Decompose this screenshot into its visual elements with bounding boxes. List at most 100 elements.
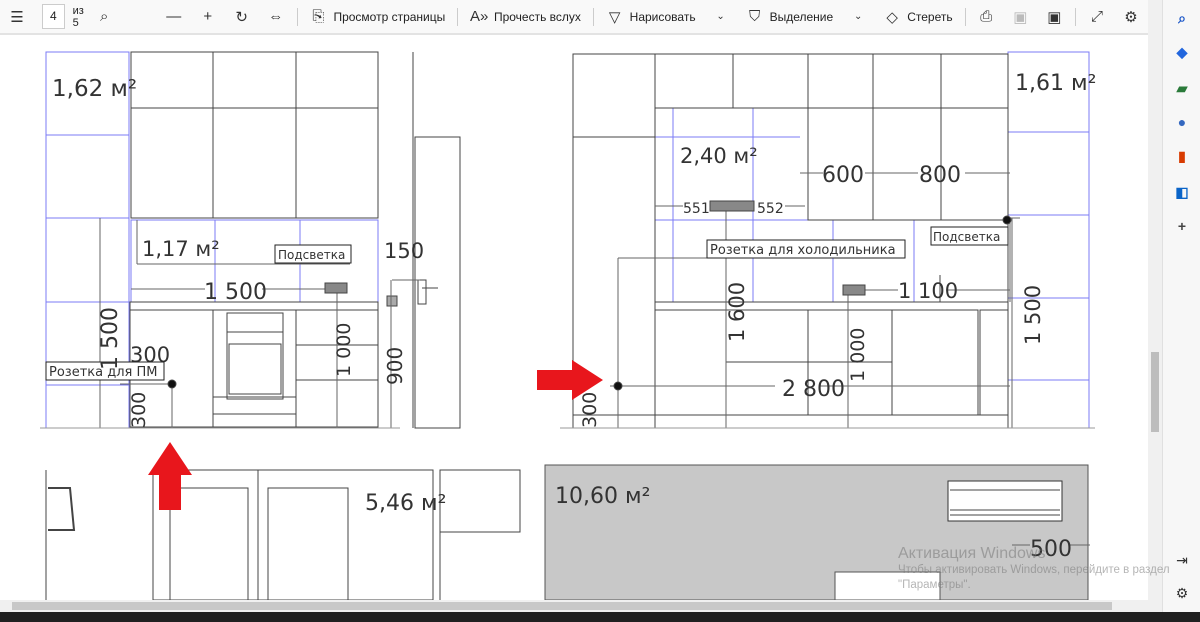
search-icon: ⌕ <box>99 8 109 25</box>
minus-icon: — <box>166 8 182 25</box>
save-as-icon: ▣ <box>1047 8 1062 26</box>
edge-sidebar: ⌕ ◆ ▰ ● ▮ ◧ + ⇥ ⚙ <box>1162 0 1200 612</box>
page-view-icon: ⎘ <box>312 8 325 25</box>
draw-icon: ▽ <box>608 8 621 26</box>
office-icon[interactable]: ▮ <box>1172 146 1192 166</box>
fullscreen-button[interactable]: ⤢ <box>1080 4 1114 30</box>
chevron-down-icon: ⌄ <box>853 11 863 22</box>
print-button[interactable]: ⎙ <box>969 4 1003 30</box>
settings-button[interactable]: ⚙ <box>1114 4 1148 30</box>
dimension-label: 552 <box>757 201 784 217</box>
watermark-line: "Параметры". <box>898 579 971 591</box>
sidebar-toggle-icon[interactable]: ⇥ <box>1172 550 1192 570</box>
dimension-label: 150 <box>384 239 424 263</box>
dimension-label: 300 <box>579 392 601 428</box>
socket-label: Розетка для холодильника <box>710 243 896 258</box>
scrollbar-thumb[interactable] <box>1151 352 1159 432</box>
eraser-icon: ◇ <box>886 8 898 26</box>
draw-options-dropdown[interactable]: ⌄ <box>704 4 738 30</box>
dimension-label: 600 <box>822 163 864 188</box>
dimension-label: 900 <box>383 347 407 385</box>
fit-width-icon: ⇔ <box>268 8 284 25</box>
dimension-label: 551 <box>683 201 710 217</box>
divider <box>592 7 594 26</box>
page-number-input[interactable]: 4 <box>42 4 65 29</box>
highlighter-icon: ⛉ <box>748 8 761 25</box>
area-label: 1,62 м² <box>52 76 137 102</box>
highlight-label: Выделение <box>769 9 834 24</box>
socket-icon <box>709 200 755 212</box>
zoom-in-button[interactable]: + <box>191 4 225 30</box>
search-icon[interactable]: ⌕ <box>1172 8 1192 28</box>
plus-icon[interactable]: + <box>1172 216 1192 236</box>
area-label: 1,61 м² <box>1015 71 1096 96</box>
area-label: 1,17 м² <box>142 237 220 261</box>
draw-button[interactable]: ▽ Нарисовать <box>598 4 704 30</box>
dimension-label: 1 000 <box>847 328 869 382</box>
horizontal-scrollbar[interactable] <box>0 600 1148 612</box>
toolbox-icon[interactable]: ▰ <box>1172 78 1192 98</box>
people-icon[interactable]: ● <box>1172 112 1192 132</box>
gear-icon: ⚙ <box>1124 8 1138 26</box>
page-view-button[interactable]: ⎘ Просмотр страницы <box>301 4 453 30</box>
right-elevation: 1,61 м² 2,40 м² 600 800 551 552 Розетка … <box>560 51 1096 429</box>
dimension-label: 1 000 <box>333 323 355 377</box>
area-label: 5,46 м² <box>365 491 446 516</box>
dimension-label: 800 <box>919 163 961 188</box>
windows-activation-watermark: Активация Windows Чтобы активировать Win… <box>898 545 1170 593</box>
save-as-button[interactable]: ▣ <box>1037 4 1071 30</box>
list-icon: ☰ <box>10 8 24 26</box>
page-view-label: Просмотр страницы <box>333 9 446 24</box>
watermark-line: Чтобы активировать Windows, перейдите в … <box>898 564 1170 576</box>
search-button[interactable]: ⌕ <box>87 4 121 30</box>
print-icon: ⎙ <box>980 8 993 25</box>
red-arrow-up-icon <box>148 442 192 510</box>
bottom-left-plan: 5,46 м² <box>45 469 521 600</box>
area-label: 10,60 м² <box>555 484 650 509</box>
vertical-scrollbar[interactable] <box>1148 0 1162 612</box>
save-button[interactable]: ▣ <box>1003 4 1037 30</box>
lighting-label: Подсветка <box>933 230 1000 244</box>
draw-label: Нарисовать <box>629 9 696 24</box>
divider <box>1075 7 1077 26</box>
pdf-page-drawing: 1,62 м² 1,17 м² Подсветка 1 500 150 300 … <box>40 51 1096 600</box>
rotate-icon: ↻ <box>235 8 248 26</box>
read-aloud-label: Прочесть вслух <box>493 9 581 24</box>
chevron-down-icon: ⌄ <box>716 11 725 22</box>
socket-icon <box>324 282 348 294</box>
taskbar <box>0 612 1200 622</box>
save-icon: ▣ <box>1013 8 1028 26</box>
air-conditioner-icon <box>947 480 1063 522</box>
erase-button[interactable]: ◇ Стереть <box>875 4 960 30</box>
rotate-button[interactable]: ↻ <box>225 4 259 30</box>
socket-icon <box>842 284 866 296</box>
lighting-label: Подсветка <box>278 248 345 262</box>
zoom-out-button[interactable]: — <box>157 4 191 30</box>
lighting-point <box>1002 215 1012 225</box>
scrollbar-thumb[interactable] <box>12 602 1112 610</box>
watermark-title: Активация Windows <box>898 545 1046 562</box>
erase-label: Стереть <box>907 9 953 24</box>
dimension-label: 1 500 <box>204 280 267 305</box>
gear-icon[interactable]: ⚙ <box>1172 583 1192 603</box>
expand-icon: ⤢ <box>1091 8 1104 25</box>
plus-icon: + <box>203 8 213 25</box>
dimension-label: 1 600 <box>725 282 749 342</box>
read-aloud-button[interactable]: A» Прочесть вслух <box>462 4 589 30</box>
socket-point <box>167 379 177 389</box>
area-label: 2,40 м² <box>680 144 758 168</box>
fit-width-button[interactable]: ⇔ <box>259 4 293 30</box>
contents-button[interactable]: ☰ <box>0 4 34 30</box>
read-aloud-icon: A» <box>469 8 489 25</box>
tag-icon[interactable]: ◆ <box>1172 42 1192 62</box>
divider <box>296 7 298 26</box>
page-total: из 5 <box>72 4 84 29</box>
dimension-label: 1 500 <box>1021 285 1045 345</box>
divider <box>457 7 458 26</box>
highlight-button[interactable]: ⛉ Выделение <box>738 4 842 30</box>
outlook-icon[interactable]: ◧ <box>1172 182 1192 202</box>
pdf-toolbar: ☰ 4 из 5 ⌕ — + ↻ ⇔ ⎘ Просмотр страницы A»… <box>0 0 1148 35</box>
highlight-options-dropdown[interactable]: ⌄ <box>841 4 875 30</box>
dimension-label: 1 100 <box>898 279 958 303</box>
dimension-label: 2 800 <box>782 377 845 402</box>
